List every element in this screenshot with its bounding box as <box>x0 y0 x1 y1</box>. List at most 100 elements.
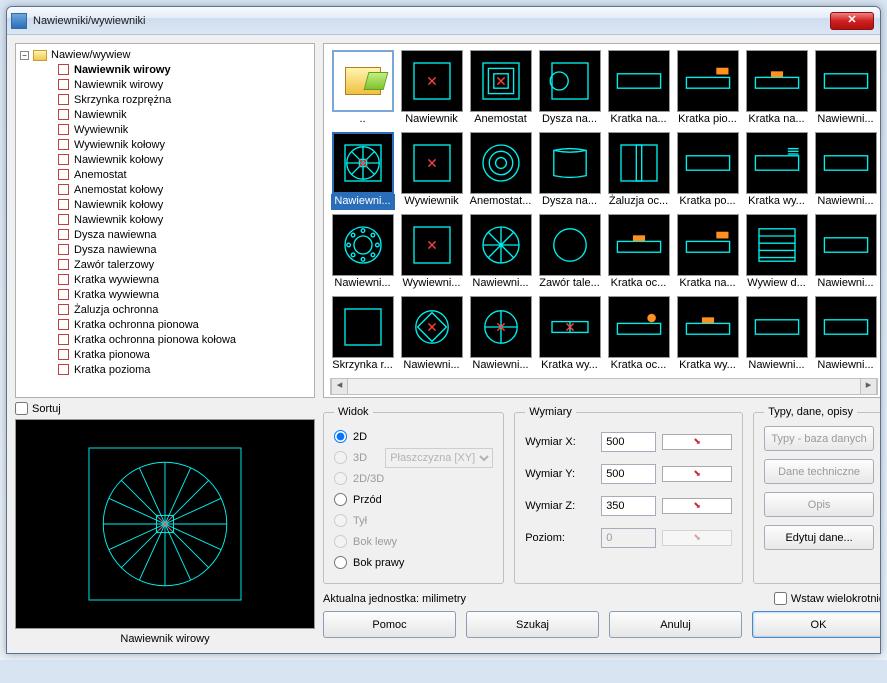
item-icon <box>58 244 69 255</box>
tree-item[interactable]: Wywiewnik <box>20 122 310 137</box>
thumbnail-icon <box>746 296 808 358</box>
thumbnail[interactable]: Dysza na... <box>537 50 602 128</box>
tree-item[interactable]: Anemostat kołowy <box>20 182 310 197</box>
dim-z-input[interactable] <box>601 496 656 516</box>
tree-item-label: Kratka wywiewna <box>74 274 159 286</box>
thumbnail[interactable]: .. <box>330 50 395 128</box>
tree-item[interactable]: Nawiewnik kołowy <box>20 197 310 212</box>
cancel-button[interactable]: Anuluj <box>609 611 742 638</box>
thumbnail-icon <box>332 50 394 112</box>
tree-item[interactable]: Kratka ochronna pionowa kołowa <box>20 332 310 347</box>
tree-item[interactable]: Wywiewnik kołowy <box>20 137 310 152</box>
item-icon <box>58 124 69 135</box>
horizontal-scrollbar[interactable]: ◂ ▸ <box>330 378 878 395</box>
thumbnail[interactable]: Kratka po... <box>675 132 740 210</box>
view-fieldset: Widok 2D 3D Płaszczyzna [XY] 2D/3D Przód… <box>323 406 504 584</box>
search-button[interactable]: Szukaj <box>466 611 599 638</box>
tree-item[interactable]: Anemostat <box>20 167 310 182</box>
thumbnail[interactable]: Kratka wy... <box>675 296 740 374</box>
tree-root-node[interactable]: − Nawiew/wywiew <box>20 48 310 62</box>
unit-label: Aktualna jednostka: milimetry <box>323 593 466 605</box>
dim-y-input[interactable] <box>601 464 656 484</box>
thumbnail[interactable]: Kratka pio... <box>675 50 740 128</box>
thumbnail[interactable]: Kratka wy... <box>744 132 809 210</box>
tree-item[interactable]: Kratka pionowa <box>20 347 310 362</box>
tree-item[interactable]: Zawór talerzowy <box>20 257 310 272</box>
multi-insert-check[interactable]: Wstaw wielokrotnie <box>774 592 881 605</box>
tree-item-label: Kratka ochronna pionowa kołowa <box>74 334 236 346</box>
tree-item[interactable]: Nawiewnik kołowy <box>20 152 310 167</box>
tree-item[interactable]: Dysza nawiewna <box>20 227 310 242</box>
thumbnail[interactable]: Nawiewni... <box>813 214 878 292</box>
thumbnail[interactable]: Nawiewni... <box>330 214 395 292</box>
tree-item[interactable]: Nawiewnik <box>20 107 310 122</box>
tree-item[interactable]: Kratka wywiewna <box>20 272 310 287</box>
thumbnail[interactable]: Wywiewni... <box>399 214 464 292</box>
tree-item[interactable]: Skrzynka rozprężna <box>20 92 310 107</box>
thumbnail[interactable]: Żaluzja oc... <box>606 132 671 210</box>
tree-view[interactable]: − Nawiew/wywiew Nawiewnik wirowyNawiewni… <box>15 43 315 398</box>
thumbnail[interactable]: Kratka na... <box>675 214 740 292</box>
tree-item[interactable]: Nawiewnik wirowy <box>20 62 310 77</box>
tree-item-label: Zawór talerzowy <box>74 259 154 271</box>
options-row: Widok 2D 3D Płaszczyzna [XY] 2D/3D Przód… <box>323 398 881 588</box>
thumbnail[interactable]: Nawiewni... <box>813 132 878 210</box>
tree-item[interactable]: Nawiewnik kołowy <box>20 212 310 227</box>
thumbnail[interactable]: Wywiewnik <box>399 132 464 210</box>
preview-pane <box>15 419 315 629</box>
tree-item-label: Skrzynka rozprężna <box>74 94 171 106</box>
thumbnail[interactable]: Kratka oc... <box>606 296 671 374</box>
tree-item[interactable]: Nawiewnik wirowy <box>20 77 310 92</box>
tree-item[interactable]: Dysza nawiewna <box>20 242 310 257</box>
help-button[interactable]: Pomoc <box>323 611 456 638</box>
thumbnail[interactable]: Anemostat <box>468 50 533 128</box>
radio-right[interactable]: Bok prawy <box>334 552 493 573</box>
thumbnail[interactable]: Nawiewni... <box>399 296 464 374</box>
item-icon <box>58 184 69 195</box>
thumbnail[interactable]: Nawiewni... <box>744 296 809 374</box>
pick-z-icon[interactable]: ⬊ <box>662 498 732 514</box>
pick-y-icon[interactable]: ⬊ <box>662 466 732 482</box>
thumbnail[interactable]: Kratka wy... <box>537 296 602 374</box>
thumbnail[interactable]: Dysza na... <box>537 132 602 210</box>
titlebar[interactable]: Nawiewniki/wywiewniki ✕ <box>7 7 880 35</box>
tree-item-label: Dysza nawiewna <box>74 244 157 256</box>
radio-2d[interactable]: 2D <box>334 426 493 447</box>
thumbnail-panel[interactable]: ..NawiewnikAnemostatDysza na...Kratka na… <box>323 43 881 398</box>
thumbnail[interactable]: Nawiewni... <box>468 296 533 374</box>
thumbnail[interactable]: Zawór tale... <box>537 214 602 292</box>
pick-x-icon[interactable]: ⬊ <box>662 434 732 450</box>
thumbnail-label: Wywiew d... <box>745 276 809 292</box>
sort-checkbox[interactable] <box>15 402 28 415</box>
thumbnail[interactable]: Kratka na... <box>744 50 809 128</box>
ok-button[interactable]: OK <box>752 611 881 638</box>
tree-item[interactable]: Kratka ochronna pionowa <box>20 317 310 332</box>
thumbnail[interactable]: Skrzynka r... <box>330 296 395 374</box>
dim-x-input[interactable] <box>601 432 656 452</box>
tree-item[interactable]: Żaluzja ochronna <box>20 302 310 317</box>
thumbnail[interactable]: Nawiewnik <box>399 50 464 128</box>
thumbnail[interactable]: Nawiewni... <box>813 296 878 374</box>
scroll-right-button[interactable]: ▸ <box>860 379 877 394</box>
tree-item-label: Kratka ochronna pionowa <box>74 319 199 331</box>
tree-item[interactable]: Kratka wywiewna <box>20 287 310 302</box>
thumbnail-icon <box>815 214 877 276</box>
radio-front[interactable]: Przód <box>334 489 493 510</box>
tree-item[interactable]: Kratka pozioma <box>20 362 310 377</box>
thumbnail[interactable]: Kratka na... <box>606 50 671 128</box>
scroll-left-button[interactable]: ◂ <box>331 379 348 394</box>
thumbnail[interactable]: Kratka oc... <box>606 214 671 292</box>
thumbnail-icon <box>746 214 808 276</box>
preview-symbol <box>70 429 260 619</box>
thumbnail[interactable]: Wywiew d... <box>744 214 809 292</box>
close-button[interactable]: ✕ <box>830 12 874 30</box>
thumbnail[interactable]: Anemostat... <box>468 132 533 210</box>
thumbnail-icon <box>539 214 601 276</box>
thumbnail[interactable]: Nawiewni... <box>330 132 395 210</box>
tree-item-label: Żaluzja ochronna <box>74 304 158 316</box>
edit-data-button[interactable]: Edytuj dane... <box>764 525 874 550</box>
thumbnail[interactable]: Nawiewni... <box>468 214 533 292</box>
tree-item-label: Nawiewnik kołowy <box>74 154 163 166</box>
thumbnail[interactable]: Nawiewni... <box>813 50 878 128</box>
collapse-icon[interactable]: − <box>20 51 29 60</box>
